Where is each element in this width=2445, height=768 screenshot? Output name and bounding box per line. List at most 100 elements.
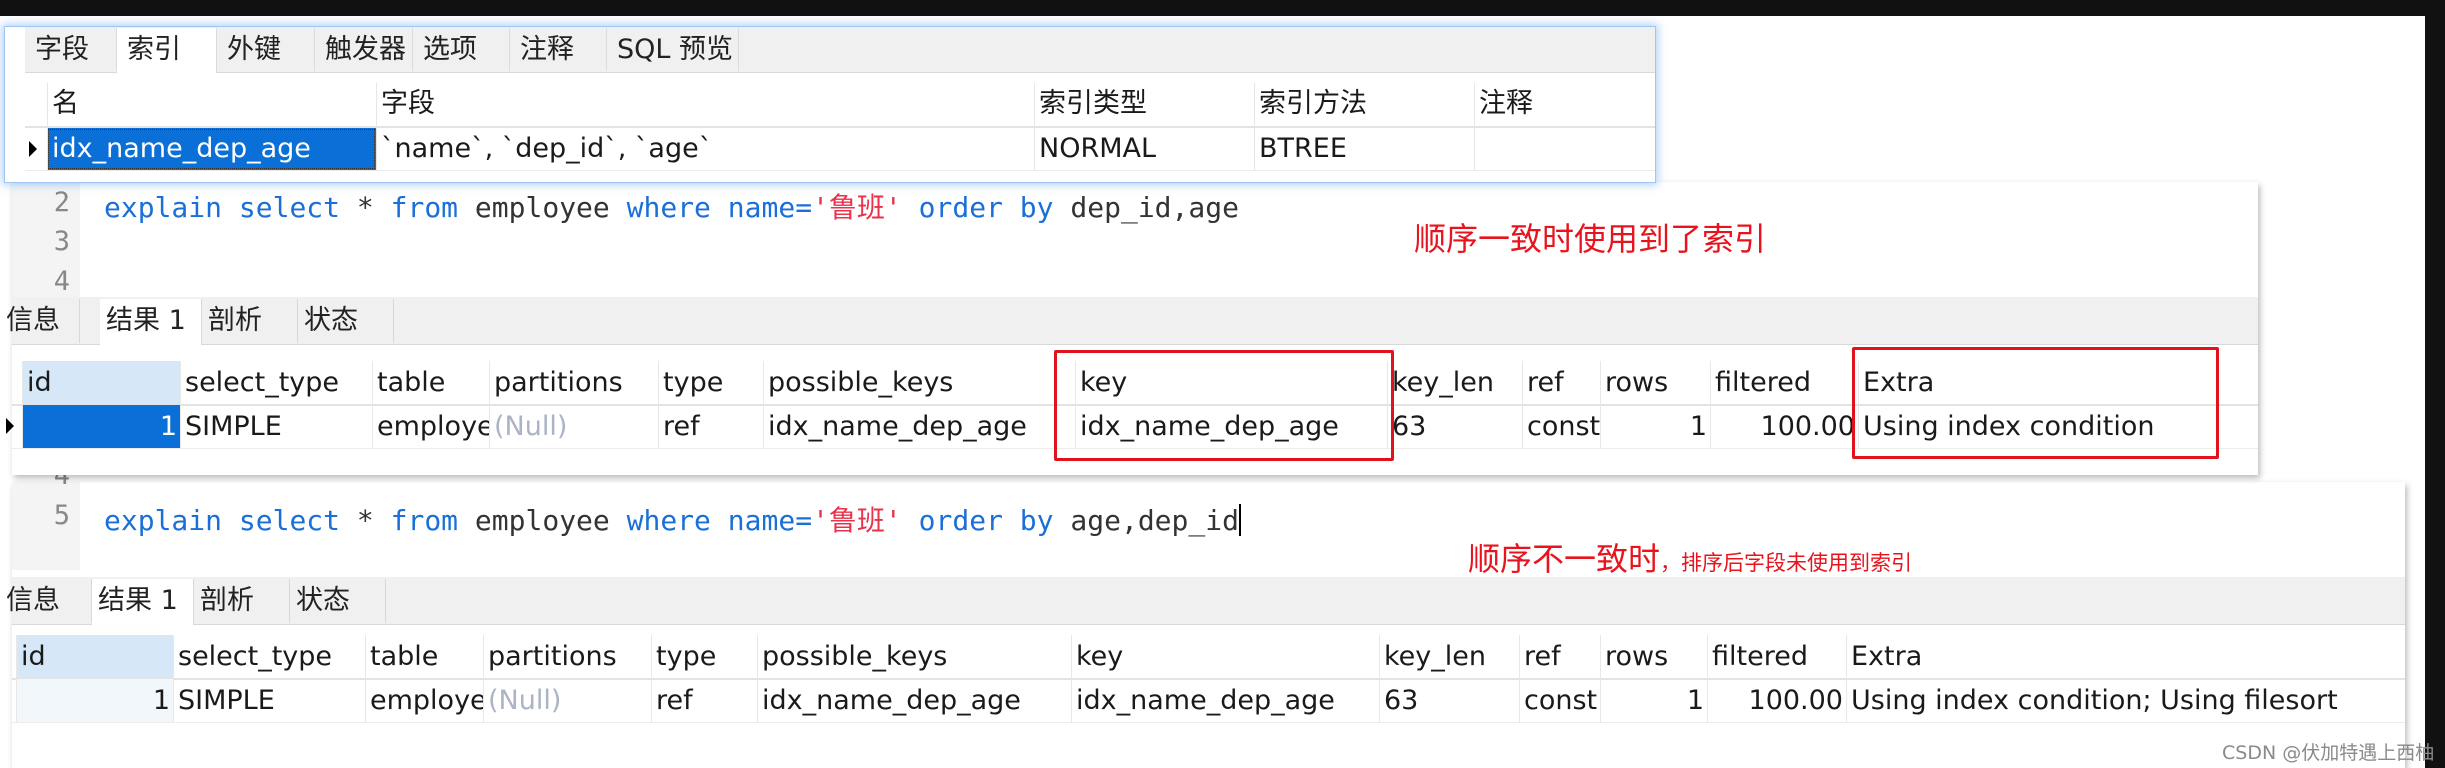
result-row[interactable]: 1 SIMPLE employe (Null) ref idx_name_dep… bbox=[12, 679, 2405, 723]
col-header-filtered[interactable]: filtered bbox=[1707, 635, 1846, 678]
cell-id[interactable]: 1 bbox=[16, 679, 173, 722]
result-tab-bar: 信息 结果 1 剖析 状态 bbox=[6, 577, 2405, 625]
tab-sql-preview[interactable]: SQL 预览 bbox=[607, 28, 739, 71]
col-header-key[interactable]: key bbox=[1071, 635, 1379, 678]
tab-fields[interactable]: 字段 bbox=[25, 28, 117, 71]
tab-foreign-keys[interactable]: 外键 bbox=[217, 28, 315, 71]
col-header-partitions[interactable]: partitions bbox=[489, 361, 658, 404]
sql-token: employee bbox=[458, 504, 627, 537]
highlight-box-extra bbox=[1852, 347, 2219, 459]
col-header-possible-keys[interactable]: possible_keys bbox=[757, 635, 1071, 678]
cell-ref[interactable]: const bbox=[1522, 405, 1600, 448]
sql-keyword: select bbox=[238, 191, 341, 224]
cell-ref[interactable]: const bbox=[1519, 679, 1600, 722]
tab-comment[interactable]: 注释 bbox=[510, 28, 607, 71]
tab-profile[interactable]: 剖析 bbox=[202, 299, 298, 343]
col-header-comment[interactable]: 注释 bbox=[1474, 83, 1654, 126]
tab-status[interactable]: 状态 bbox=[290, 579, 386, 623]
right-dark-band bbox=[2425, 0, 2445, 768]
tab-options[interactable]: 选项 bbox=[413, 28, 510, 71]
col-header-rows[interactable]: rows bbox=[1600, 635, 1707, 678]
col-header-rows[interactable]: rows bbox=[1600, 361, 1710, 404]
cell-rows[interactable]: 1 bbox=[1600, 405, 1710, 448]
sql-keyword: order bbox=[901, 191, 1003, 224]
line-gutter: 4 5 bbox=[12, 460, 80, 570]
cell-key-len[interactable]: 63 bbox=[1379, 679, 1519, 722]
col-header-table[interactable]: table bbox=[365, 635, 483, 678]
index-type-cell[interactable]: NORMAL bbox=[1034, 128, 1254, 170]
col-header-extra[interactable]: Extra bbox=[1846, 635, 2370, 678]
cell-table[interactable]: employe bbox=[372, 405, 489, 448]
sql-keyword: from bbox=[390, 191, 459, 224]
col-header-name[interactable]: 名 bbox=[47, 83, 376, 126]
cell-type[interactable]: ref bbox=[658, 405, 763, 448]
col-header-fields[interactable]: 字段 bbox=[376, 83, 1034, 126]
row-pointer-icon bbox=[29, 141, 37, 157]
col-header-key-len[interactable]: key_len bbox=[1379, 635, 1519, 678]
watermark: CSDN @伏加特遇上西柚 bbox=[2222, 742, 2435, 764]
index-row[interactable]: idx_name_dep_age `name`, `dep_id`, `age`… bbox=[25, 128, 1655, 171]
sql-keyword: where bbox=[626, 504, 711, 537]
cell-filtered[interactable]: 100.00 bbox=[1710, 405, 1858, 448]
col-header-ref[interactable]: ref bbox=[1519, 635, 1600, 678]
index-name-cell[interactable]: idx_name_dep_age bbox=[47, 128, 376, 170]
cell-select-type[interactable]: SIMPLE bbox=[180, 405, 372, 448]
col-header-index-method[interactable]: 索引方法 bbox=[1254, 83, 1474, 126]
highlight-box-key bbox=[1054, 350, 1394, 461]
sql-editor-line[interactable]: explain select * from employee where nam… bbox=[104, 499, 1241, 539]
cell-extra[interactable]: Using index condition; Using filesort bbox=[1846, 679, 2370, 722]
index-designer-panel: 字段 索引 外键 触发器 选项 注释 SQL 预览 名 字段 索引类型 索引方法… bbox=[4, 26, 1656, 183]
sql-keyword: by bbox=[1002, 504, 1054, 537]
query-panel-1: 2 3 4 explain select * from employee whe… bbox=[6, 182, 2258, 475]
result-tab-bar: 信息 结果 1 剖析 状态 bbox=[6, 297, 2258, 345]
col-header-partitions[interactable]: partitions bbox=[483, 635, 651, 678]
cell-possible-keys[interactable]: idx_name_dep_age bbox=[763, 405, 1075, 448]
tab-result-1[interactable]: 结果 1 bbox=[92, 579, 194, 625]
col-header-select-type[interactable]: select_type bbox=[173, 635, 365, 678]
col-header-filtered[interactable]: filtered bbox=[1710, 361, 1858, 404]
tab-triggers[interactable]: 触发器 bbox=[315, 28, 413, 71]
col-header-ref[interactable]: ref bbox=[1522, 361, 1600, 404]
index-comment-cell[interactable] bbox=[1474, 128, 1654, 170]
sql-keyword: order bbox=[901, 504, 1003, 537]
cell-rows[interactable]: 1 bbox=[1600, 679, 1707, 722]
col-header-index-type[interactable]: 索引类型 bbox=[1034, 83, 1254, 126]
top-dark-band bbox=[0, 0, 2445, 16]
annotation-index-not-used: 顺序不一致时，排序后字段未使用到索引 bbox=[1468, 534, 1912, 580]
line-number: 2 bbox=[53, 187, 70, 218]
index-method-cell[interactable]: BTREE bbox=[1254, 128, 1474, 170]
result-header-row: id select_type table partitions type pos… bbox=[12, 635, 2405, 680]
cell-key-len[interactable]: 63 bbox=[1387, 405, 1522, 448]
col-header-type[interactable]: type bbox=[658, 361, 763, 404]
cell-table[interactable]: employe bbox=[365, 679, 483, 722]
row-pointer-icon bbox=[6, 418, 14, 434]
designer-tab-bar: 字段 索引 外键 触发器 选项 注释 SQL 预览 bbox=[25, 27, 1655, 73]
col-header-possible-keys[interactable]: possible_keys bbox=[763, 361, 1075, 404]
sql-string-literal: '鲁班' bbox=[812, 504, 902, 537]
sql-editor-line[interactable]: explain select * from employee where nam… bbox=[104, 186, 1239, 226]
cell-type[interactable]: ref bbox=[651, 679, 757, 722]
cell-select-type[interactable]: SIMPLE bbox=[173, 679, 365, 722]
sql-string-literal: '鲁班' bbox=[812, 191, 902, 224]
cell-key[interactable]: idx_name_dep_age bbox=[1071, 679, 1379, 722]
col-header-id[interactable]: id bbox=[22, 361, 180, 404]
col-header-type[interactable]: type bbox=[651, 635, 757, 678]
col-header-select-type[interactable]: select_type bbox=[180, 361, 372, 404]
tab-indexes[interactable]: 索引 bbox=[117, 28, 217, 73]
text-caret bbox=[1238, 504, 1241, 536]
tab-status[interactable]: 状态 bbox=[298, 299, 394, 343]
col-header-table[interactable]: table bbox=[372, 361, 489, 404]
tab-profile[interactable]: 剖析 bbox=[194, 579, 290, 623]
cell-filtered[interactable]: 100.00 bbox=[1707, 679, 1846, 722]
cell-partitions[interactable]: (Null) bbox=[489, 405, 658, 448]
index-fields-cell[interactable]: `name`, `dep_id`, `age` bbox=[376, 128, 1034, 170]
line-number: 3 bbox=[53, 226, 70, 257]
cell-id[interactable]: 1 bbox=[22, 405, 180, 448]
tab-result-1[interactable]: 结果 1 bbox=[100, 299, 202, 345]
tab-info[interactable]: 信息 bbox=[0, 299, 80, 343]
tab-info[interactable]: 信息 bbox=[0, 579, 92, 623]
cell-partitions[interactable]: (Null) bbox=[483, 679, 651, 722]
col-header-key-len[interactable]: key_len bbox=[1387, 361, 1522, 404]
cell-possible-keys[interactable]: idx_name_dep_age bbox=[757, 679, 1071, 722]
col-header-id[interactable]: id bbox=[16, 635, 173, 678]
